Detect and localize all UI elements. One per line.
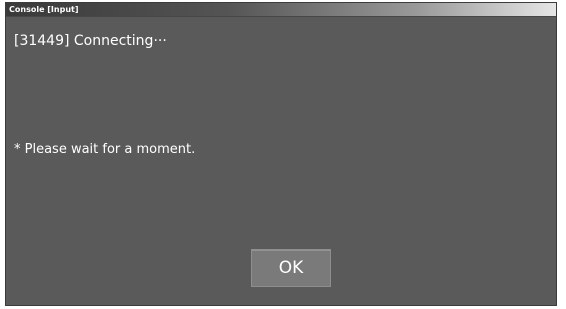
wait-message: * Please wait for a moment. bbox=[14, 142, 196, 157]
window-title: Console [Input] bbox=[6, 3, 556, 16]
console-window: Console [Input] [31449] Connecting··· * … bbox=[5, 2, 557, 306]
ok-button[interactable]: OK bbox=[251, 249, 331, 287]
connection-status-text: [31449] Connecting··· bbox=[14, 33, 167, 49]
console-content: [31449] Connecting··· * Please wait for … bbox=[6, 16, 556, 305]
